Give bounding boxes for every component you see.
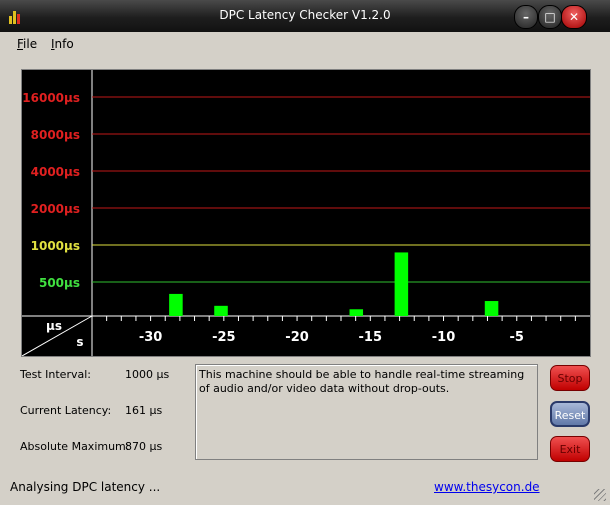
- y-tick-label: 2000µs: [31, 202, 80, 216]
- corner-y-unit: µs: [46, 319, 62, 333]
- status-text: Analysing DPC latency ...: [10, 480, 161, 494]
- latency-bar: [349, 309, 364, 316]
- status-bar: Analysing DPC latency ... www.thesycon.d…: [0, 476, 610, 505]
- test-interval-label: Test Interval:: [20, 368, 91, 381]
- current-latency-label: Current Latency:: [20, 404, 112, 417]
- test-interval-value: 1000 µs: [125, 368, 170, 381]
- reset-button[interactable]: Reset: [550, 401, 590, 427]
- website-link[interactable]: www.thesycon.de: [434, 480, 540, 494]
- latency-bar: [394, 252, 409, 316]
- close-button[interactable]: ✕: [561, 5, 587, 29]
- absolute-maximum-value: 870 µs: [125, 440, 163, 453]
- stop-button[interactable]: Stop: [550, 365, 590, 391]
- y-tick-label: 4000µs: [31, 165, 80, 179]
- x-tick-label: -30: [139, 330, 163, 345]
- y-tick-label: 16000µs: [22, 91, 80, 105]
- y-tick-label: 8000µs: [31, 128, 80, 142]
- latency-bar: [169, 293, 183, 316]
- resize-grip-icon[interactable]: [594, 489, 606, 501]
- absolute-maximum-label: Absolute Maximum:: [20, 440, 130, 453]
- current-latency-value: 161 µs: [125, 404, 163, 417]
- y-tick-label: 500µs: [39, 276, 80, 290]
- latency-chart: 16000µs 8000µs 4000µs 2000µs 1000µs 500µs -30 -…: [21, 69, 591, 357]
- minimize-button[interactable]: –: [514, 5, 538, 29]
- latency-chart-svg: 16000µs 8000µs 4000µs 2000µs 1000µs 500µs -30 -…: [22, 70, 590, 356]
- latency-bar: [214, 305, 228, 316]
- latency-bar: [484, 301, 499, 316]
- title-bar[interactable]: DPC Latency Checker V1.2.0 – □ ✕: [0, 0, 610, 32]
- corner-x-unit: s: [76, 335, 83, 349]
- dpc-latency-window: DPC Latency Checker V1.2.0 – □ ✕ File In…: [0, 0, 610, 505]
- x-tick-label: -15: [359, 330, 383, 345]
- x-tick-label: -5: [510, 330, 524, 345]
- y-tick-label: 1000µs: [31, 239, 80, 253]
- maximize-button[interactable]: □: [538, 5, 562, 29]
- x-tick-label: -20: [285, 330, 309, 345]
- x-tick-label: -10: [432, 330, 456, 345]
- x-tick-label: -25: [212, 330, 236, 345]
- result-message: This machine should be able to handle re…: [195, 364, 538, 460]
- menu-bar: File Info: [0, 32, 610, 56]
- menu-info[interactable]: Info: [51, 37, 74, 51]
- menu-file[interactable]: File: [17, 37, 37, 51]
- exit-button[interactable]: Exit: [550, 436, 590, 462]
